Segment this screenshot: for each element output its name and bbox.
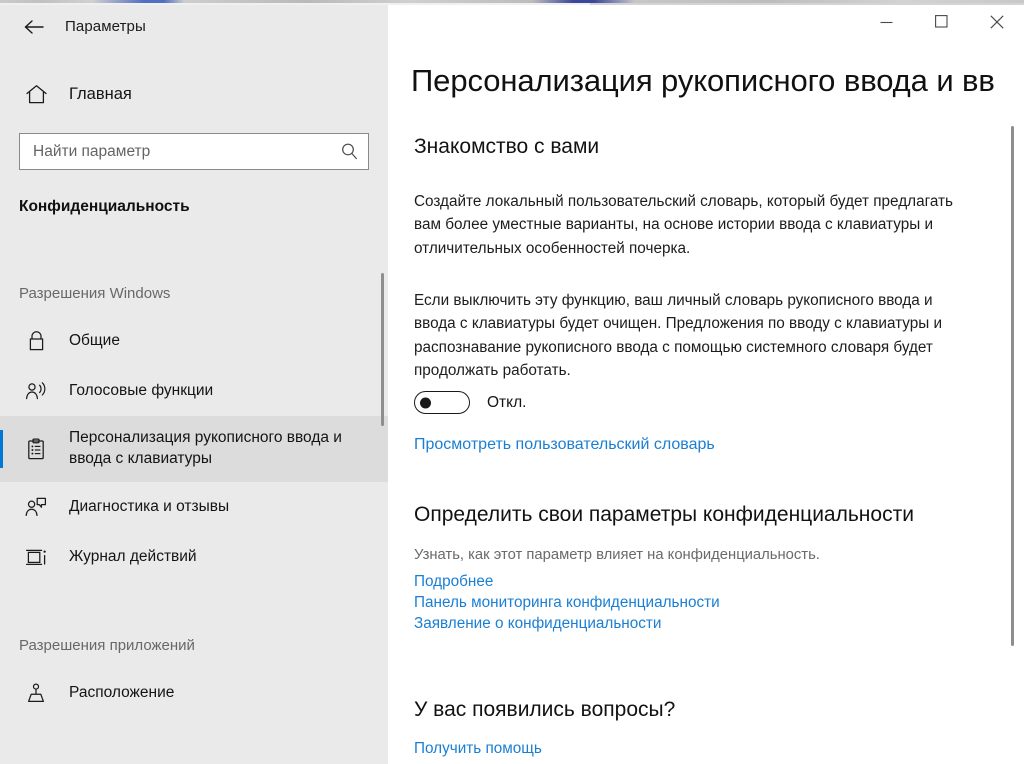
privacy-note: Узнать, как этот параметр влияет на конф… [414, 547, 820, 563]
paragraph-dictionary-description: Создайте локальный пользовательский слов… [414, 193, 953, 257]
close-button[interactable] [969, 5, 1024, 43]
maximize-button[interactable] [914, 5, 969, 43]
sidebar-item-label: Расположение [69, 683, 175, 701]
section-heading-questions: У вас появились вопросы? [414, 698, 676, 721]
sidebar-item-label: Общие [69, 331, 120, 349]
sidebar: Параметры Главная Конфиденциальность [0, 5, 388, 764]
minimize-icon [880, 15, 893, 33]
back-arrow-icon [23, 18, 45, 36]
sidebar-scrollbar[interactable] [381, 273, 384, 426]
window-controls [859, 5, 1024, 43]
toggle-knob [420, 397, 431, 408]
page-title: Персонализация рукописного ввода и вв [411, 63, 995, 98]
sidebar-item-speech[interactable]: Голосовые функции [0, 366, 388, 416]
learn-more-link[interactable]: Подробнее [414, 573, 720, 591]
sidebar-item-label: Голосовые функции [69, 381, 214, 399]
search-icon [330, 142, 368, 161]
toggle-state-label: Откл. [487, 393, 527, 411]
home-label: Главная [69, 84, 132, 103]
section-heading-getting-to-know: Знакомство с вами [414, 135, 600, 158]
close-icon [989, 14, 1004, 34]
back-button[interactable] [11, 9, 57, 45]
sidebar-item-inking-typing-personalization[interactable]: Персонализация рукописного ввода и ввода… [0, 416, 388, 482]
view-user-dictionary-link[interactable]: Просмотреть пользовательский словарь [414, 436, 715, 454]
sidebar-category-title: Конфиденциальность [19, 198, 190, 215]
content-scrollbar[interactable] [1011, 126, 1014, 646]
personalization-toggle[interactable] [414, 391, 470, 414]
voice-person-icon [14, 380, 58, 402]
sidebar-nav: Разрешения Windows Общие Голосовые функц… [0, 270, 388, 764]
get-help-link[interactable]: Получить помощь [414, 740, 542, 758]
nav-group-header-windows: Разрешения Windows [19, 284, 171, 302]
privacy-links: Подробнее Панель мониторинга конфиденциа… [414, 573, 720, 636]
timeline-icon [14, 547, 58, 568]
feedback-person-icon [14, 496, 58, 518]
minimize-button[interactable] [859, 5, 914, 43]
section-heading-privacy: Определить свои параметры конфиденциальн… [414, 503, 914, 526]
sidebar-item-general[interactable]: Общие [0, 316, 388, 366]
privacy-dashboard-link[interactable]: Панель мониторинга конфиденциальности [414, 594, 720, 612]
sidebar-item-label: Персонализация рукописного ввода и ввода… [69, 429, 342, 467]
settings-window: Параметры Главная Конфиденциальность [0, 0, 1024, 764]
paragraph-disable-consequences: Если выключить эту функцию, ваш личный с… [414, 292, 943, 379]
sidebar-item-home[interactable]: Главная [0, 70, 388, 118]
selection-accent-bar [0, 430, 3, 468]
sidebar-item-location[interactable]: Расположение [0, 668, 388, 718]
maximize-icon [935, 15, 948, 33]
main-content: Персонализация рукописного ввода и вв Зн… [388, 5, 1024, 764]
sidebar-item-activity-history[interactable]: Журнал действий [0, 532, 388, 582]
sidebar-item-diagnostics-feedback[interactable]: Диагностика и отзывы [0, 482, 388, 532]
clipboard-icon [14, 437, 58, 461]
nav-group-header-apps: Разрешения приложений [19, 636, 195, 654]
sidebar-item-label: Диагностика и отзывы [69, 497, 230, 515]
search-box[interactable] [19, 133, 369, 170]
sidebar-item-label: Журнал действий [69, 547, 197, 565]
app-title: Параметры [65, 18, 146, 35]
location-pin-icon [14, 682, 58, 704]
lock-icon [14, 330, 58, 352]
privacy-statement-link[interactable]: Заявление о конфиденциальности [414, 615, 720, 633]
personalization-toggle-row: Откл. [414, 391, 526, 414]
home-icon [14, 84, 58, 105]
titlebar: Параметры [0, 5, 388, 48]
search-input[interactable] [20, 134, 330, 169]
